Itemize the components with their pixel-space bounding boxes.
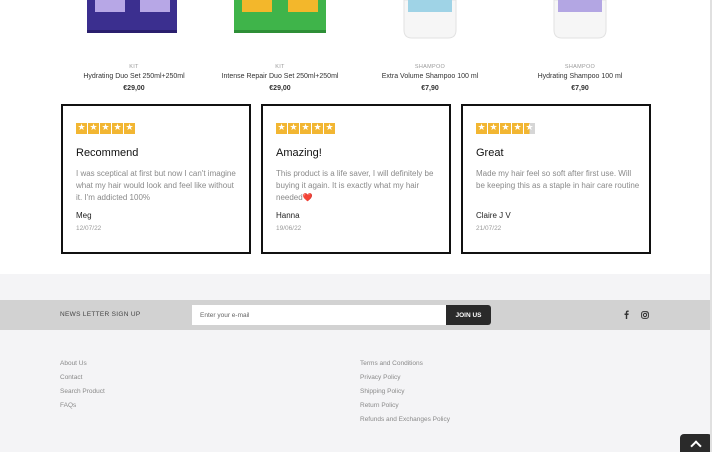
footer-link-privacy[interactable]: Privacy Policy (360, 374, 450, 382)
product-name[interactable]: Hydrating Shampoo 100 ml (506, 73, 654, 80)
star-icon: ★ (300, 123, 311, 134)
product-card[interactable]: KIT Hydrating Duo Set 250ml+250ml €29,00 (60, 0, 208, 98)
footer-link-faqs[interactable]: FAQs (60, 402, 105, 410)
star-icon: ★ (276, 123, 287, 134)
review-date: 21/07/22 (476, 225, 502, 232)
footer-link-return[interactable]: Return Policy (360, 402, 450, 410)
footer-links-policies: Terms and Conditions Privacy Policy Ship… (360, 360, 450, 424)
product-price: €7,90 (421, 85, 439, 92)
footer-link-terms[interactable]: Terms and Conditions (360, 360, 450, 368)
newsletter-bar: NEWS LETTER SIGN UP JOIN US (0, 300, 712, 330)
footer-link-shipping[interactable]: Shipping Policy (360, 388, 450, 396)
review-card: ★ ★ ★ ★ ★ Recommend I was sceptical at f… (61, 104, 251, 254)
product-price: €29,00 (123, 85, 145, 92)
product-name[interactable]: Intense Repair Duo Set 250ml+250ml (206, 73, 354, 80)
newsletter-label: NEWS LETTER SIGN UP (60, 311, 141, 318)
review-body: This product is a life saver, I will def… (276, 168, 442, 204)
product-name[interactable]: Hydrating Duo Set 250ml+250ml (60, 73, 208, 80)
review-author: Claire J V (476, 211, 511, 220)
footer-link-about-us[interactable]: About Us (60, 360, 105, 368)
footer-link-search-product[interactable]: Search Product (60, 388, 105, 396)
review-card: ★ ★ ★ ★ ★ Great Made my hair feel so sof… (461, 104, 651, 254)
star-icon: ★ (124, 123, 135, 134)
review-title: Amazing! (276, 147, 322, 159)
product-card[interactable]: SHAMPOO Extra Volume Shampoo 100 ml €7,9… (356, 0, 504, 98)
review-title: Recommend (76, 147, 139, 159)
star-icon: ★ (100, 123, 111, 134)
star-rating: ★ ★ ★ ★ ★ (76, 123, 135, 134)
instagram-icon[interactable] (640, 309, 650, 320)
star-icon: ★ (476, 123, 487, 134)
review-card: ★ ★ ★ ★ ★ Amazing! This product is a lif… (261, 104, 451, 254)
footer: About Us Contact Search Product FAQs Ter… (0, 330, 712, 452)
product-image[interactable] (356, 0, 504, 42)
reviews-section: ★ ★ ★ ★ ★ Recommend I was sceptical at f… (61, 104, 651, 256)
product-price: €29,00 (269, 85, 291, 92)
star-icon: ★ (500, 123, 511, 134)
product-image[interactable] (506, 0, 654, 42)
star-icon: ★ (512, 123, 523, 134)
star-rating: ★ ★ ★ ★ ★ (276, 123, 335, 134)
email-input[interactable] (192, 305, 446, 325)
review-body: Made my hair feel so soft after first us… (476, 169, 640, 190)
star-icon: ★ (488, 123, 499, 134)
heart-icon: ❤️ (302, 193, 313, 202)
social-links (621, 309, 650, 320)
star-icon: ★ (288, 123, 299, 134)
join-us-button[interactable]: JOIN US (446, 305, 491, 325)
chevron-up-icon (690, 440, 702, 452)
review-body: I was sceptical at first but now I can't… (76, 169, 236, 202)
review-title: Great (476, 147, 504, 159)
review-body-text: This product is a life saver, I will def… (276, 169, 434, 202)
product-category: KIT (129, 64, 139, 70)
star-icon: ★ (88, 123, 99, 134)
footer-spacer (0, 274, 712, 300)
star-icon: ★ (76, 123, 87, 134)
footer-link-refunds[interactable]: Refunds and Exchanges Policy (360, 416, 450, 424)
star-icon: ★ (312, 123, 323, 134)
review-date: 19/06/22 (276, 225, 302, 232)
product-category: SHAMPOO (564, 64, 596, 70)
product-category: SHAMPOO (414, 64, 446, 70)
footer-links-info: About Us Contact Search Product FAQs (60, 360, 105, 410)
star-icon: ★ (112, 123, 123, 134)
page: KIT Hydrating Duo Set 250ml+250ml €29,00… (0, 0, 712, 452)
review-date: 12/07/22 (76, 225, 102, 232)
footer-link-contact[interactable]: Contact (60, 374, 105, 382)
product-name[interactable]: Extra Volume Shampoo 100 ml (356, 73, 504, 80)
product-category: KIT (275, 64, 285, 70)
facebook-icon[interactable] (621, 309, 631, 320)
product-image[interactable] (206, 0, 354, 42)
star-rating: ★ ★ ★ ★ ★ (476, 123, 535, 134)
back-to-top-button[interactable] (680, 434, 712, 452)
product-row: KIT Hydrating Duo Set 250ml+250ml €29,00… (60, 0, 650, 98)
product-card[interactable]: KIT Intense Repair Duo Set 250ml+250ml €… (206, 0, 354, 98)
star-half-icon: ★ (524, 123, 535, 134)
review-author: Meg (76, 211, 92, 220)
product-price: €7,90 (571, 85, 589, 92)
product-card[interactable]: SHAMPOO Hydrating Shampoo 100 ml €7,90 (506, 0, 654, 98)
review-author: Hanna (276, 211, 300, 220)
product-image[interactable] (60, 0, 208, 42)
star-icon: ★ (324, 123, 335, 134)
